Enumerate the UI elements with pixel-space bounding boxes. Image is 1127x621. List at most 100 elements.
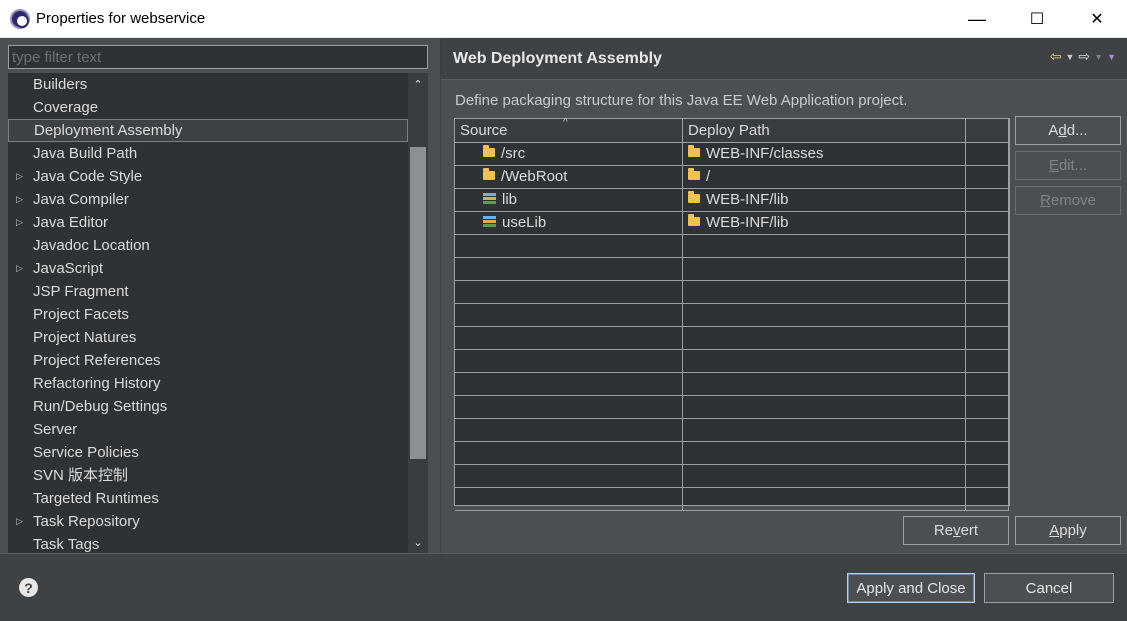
sort-caret-icon: ^: [563, 117, 568, 128]
table-row-empty: [455, 396, 1009, 419]
tree-item[interactable]: ▷ JavaScript: [8, 257, 408, 280]
table-row-empty: [455, 419, 1009, 442]
tree-item[interactable]: Run/Debug Settings: [8, 395, 408, 418]
close-button[interactable]: ✕: [1067, 0, 1127, 38]
empty-cell: [455, 281, 683, 303]
deploy-path-cell: WEB-INF/lib: [683, 212, 966, 234]
table-row-empty: [455, 442, 1009, 465]
empty-cell: [966, 327, 1009, 349]
column-source[interactable]: ^ Source: [455, 117, 683, 142]
empty-cell: [683, 465, 966, 487]
panel-description: Define packaging structure for this Java…: [455, 92, 908, 109]
empty-cell: [455, 350, 683, 372]
tree-item[interactable]: Refactoring History: [8, 372, 408, 395]
empty-cell: [683, 235, 966, 257]
maximize-button[interactable]: ☐: [1007, 0, 1067, 38]
tree-item[interactable]: Deployment Assembly: [8, 119, 408, 142]
navigation-controls: ⇦ ▼ ⇨ ▼ ▼: [1050, 48, 1116, 65]
empty-cell: [966, 488, 1009, 510]
tree-item[interactable]: Targeted Runtimes: [8, 487, 408, 510]
tree-item[interactable]: Builders: [8, 73, 408, 96]
right-panel: Web Deployment Assembly ⇦ ▼ ⇨ ▼ ▼ Define…: [440, 38, 1127, 553]
folder-icon: [688, 190, 700, 203]
bottom-bar: ? Apply and Close Cancel: [0, 553, 1127, 621]
tree-item[interactable]: ▷ Java Compiler: [8, 188, 408, 211]
panel-header: Web Deployment Assembly ⇦ ▼ ⇨ ▼ ▼: [441, 38, 1127, 80]
minimize-button[interactable]: —: [947, 0, 1007, 38]
title-bar: Properties for webservice — ☐ ✕: [0, 0, 1127, 38]
tree-item[interactable]: ▷ Java Code Style: [8, 165, 408, 188]
expand-arrow-icon[interactable]: ▷: [16, 188, 23, 211]
back-arrow-icon[interactable]: ⇦: [1050, 48, 1062, 65]
scroll-down-icon[interactable]: ⌄: [408, 531, 428, 553]
folder-icon: [688, 144, 700, 157]
source-label: /src: [501, 145, 526, 162]
tree-item[interactable]: ▷ Task Repository: [8, 510, 408, 533]
table-row[interactable]: /src WEB-INF/classes: [455, 143, 1009, 166]
tree-item[interactable]: Task Tags: [8, 533, 408, 553]
tree-item[interactable]: Server: [8, 418, 408, 441]
expand-arrow-icon[interactable]: ▷: [16, 510, 23, 533]
expand-arrow-icon[interactable]: ▷: [16, 257, 23, 280]
edit-button[interactable]: Edit...: [1015, 151, 1121, 180]
left-panel: Builders Coverage Deployment Assembly Java …: [0, 38, 440, 553]
source-label: /WebRoot: [501, 168, 568, 185]
empty-cell: [966, 396, 1009, 418]
tree-item[interactable]: Service Policies: [8, 441, 408, 464]
empty-cell: [683, 396, 966, 418]
source-cell: lib: [455, 189, 683, 211]
view-menu-icon[interactable]: ▼: [1107, 52, 1116, 62]
back-dropdown-icon[interactable]: ▼: [1066, 52, 1075, 62]
tree-item-label: Javadoc Location: [33, 237, 150, 254]
empty-cell: [455, 373, 683, 395]
cancel-button[interactable]: Cancel: [984, 573, 1114, 603]
scroll-thumb[interactable]: [410, 147, 426, 459]
table-row-empty: [455, 304, 1009, 327]
tree-item-label: Project References: [33, 352, 161, 369]
tree-item[interactable]: Project Facets: [8, 303, 408, 326]
tree-item[interactable]: Javadoc Location: [8, 234, 408, 257]
column-deploy-path[interactable]: Deploy Path: [683, 119, 966, 142]
tree-item[interactable]: JSP Fragment: [8, 280, 408, 303]
empty-cell: [966, 350, 1009, 372]
forward-dropdown-icon[interactable]: ▼: [1094, 52, 1103, 62]
tree-item-label: Java Compiler: [33, 191, 129, 208]
source-cell: /src: [455, 143, 683, 165]
add-button[interactable]: Add...: [1015, 116, 1121, 145]
empty-cell: [683, 258, 966, 280]
apply-button[interactable]: Apply: [1015, 516, 1121, 545]
tree-item[interactable]: ▷ Java Editor: [8, 211, 408, 234]
forward-arrow-icon[interactable]: ⇨: [1078, 48, 1090, 65]
empty-cell: [683, 442, 966, 464]
expand-arrow-icon[interactable]: ▷: [16, 165, 23, 188]
column-extra[interactable]: [966, 119, 1009, 142]
table-row[interactable]: useLib WEB-INF/lib: [455, 212, 1009, 235]
tree-item[interactable]: Java Build Path: [8, 142, 408, 165]
tree-scrollbar[interactable]: ⌃ ⌄: [408, 73, 428, 553]
window-title: Properties for webservice: [36, 10, 206, 27]
tree-item-label: Run/Debug Settings: [33, 398, 168, 415]
empty-cell: [683, 281, 966, 303]
help-icon[interactable]: ?: [19, 578, 38, 597]
tree-item[interactable]: Coverage: [8, 96, 408, 119]
scroll-up-icon[interactable]: ⌃: [408, 73, 428, 95]
table-row[interactable]: lib WEB-INF/lib: [455, 189, 1009, 212]
tree-item-label: Refactoring History: [33, 375, 161, 392]
remove-button[interactable]: Remove: [1015, 186, 1121, 215]
filter-input[interactable]: [8, 45, 428, 69]
empty-cell: [966, 304, 1009, 326]
expand-arrow-icon[interactable]: ▷: [16, 211, 23, 234]
empty-cell: [966, 373, 1009, 395]
deploy-path-cell: WEB-INF/classes: [683, 143, 966, 165]
tree-item[interactable]: SVN 版本控制: [8, 464, 408, 487]
tree-item-label: Java Editor: [33, 214, 109, 231]
table-row[interactable]: /WebRoot /: [455, 166, 1009, 189]
tree-item[interactable]: Project Natures: [8, 326, 408, 349]
empty-cell: [683, 373, 966, 395]
table-row-empty: [455, 235, 1009, 258]
apply-and-close-button[interactable]: Apply and Close: [847, 573, 975, 603]
tree-item[interactable]: Project References: [8, 349, 408, 372]
revert-button[interactable]: Revert: [903, 516, 1009, 545]
tree-item-label: SVN 版本控制: [33, 467, 129, 484]
empty-cell: [455, 442, 683, 464]
